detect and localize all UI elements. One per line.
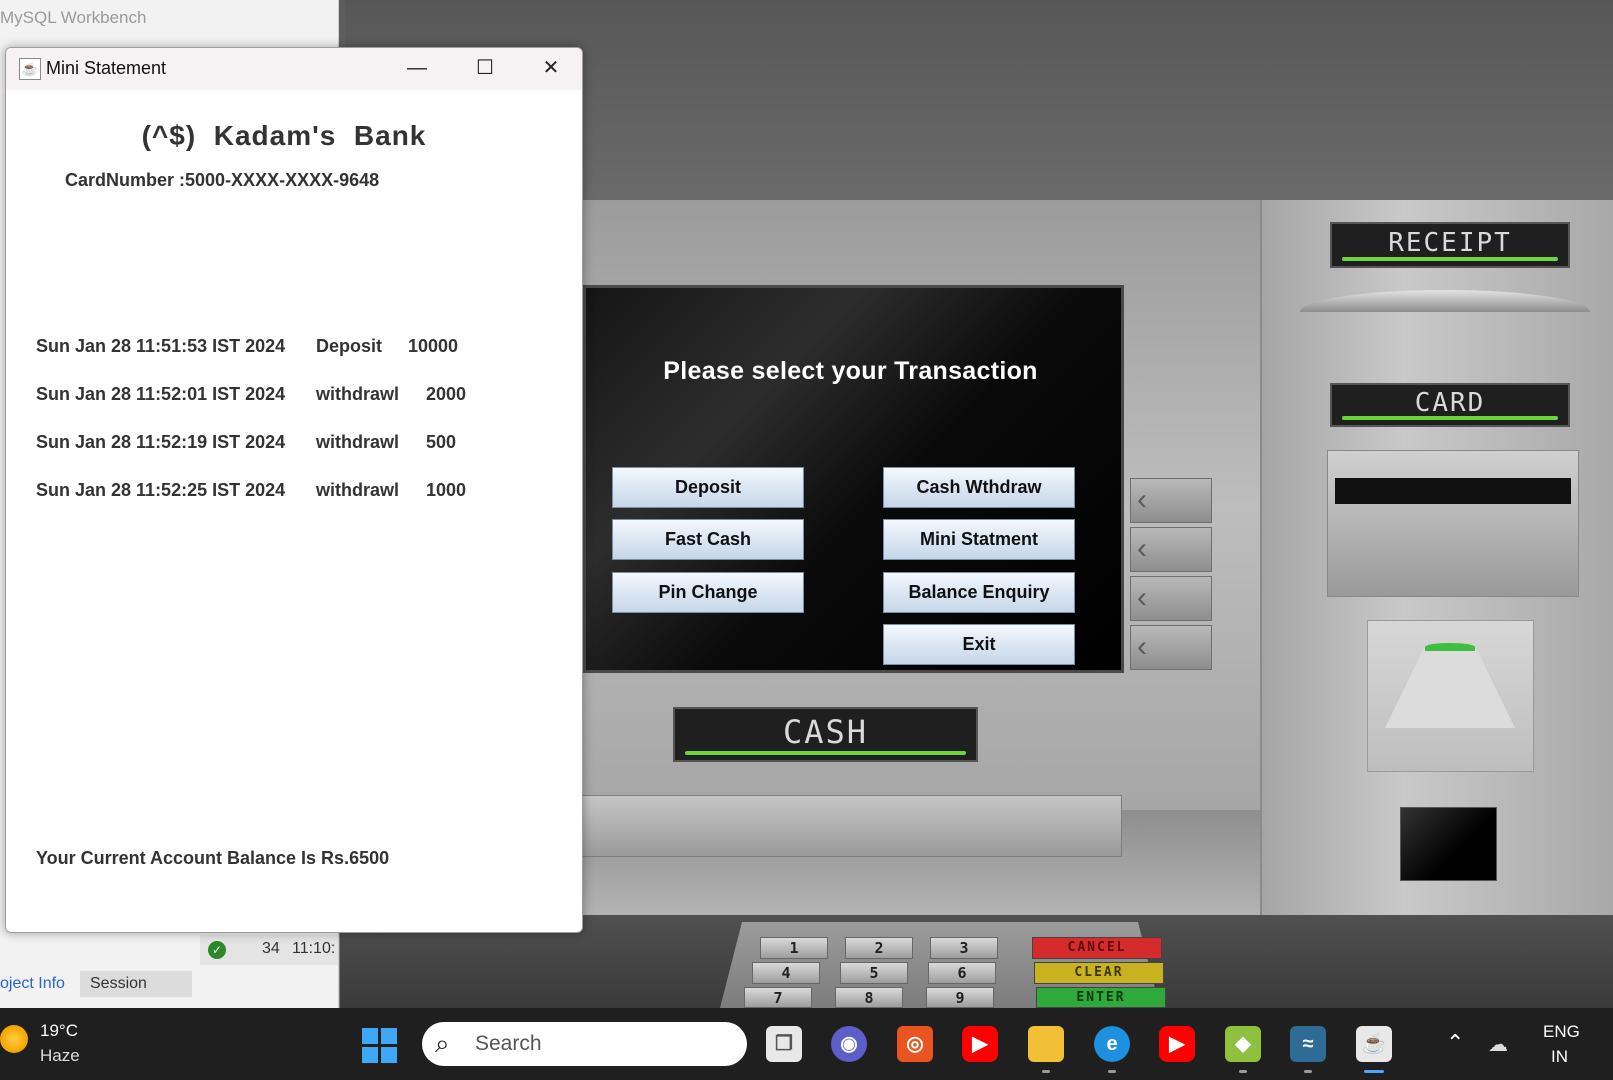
task-view-icon[interactable]: ❐	[766, 1026, 802, 1062]
key-1[interactable]: 1	[760, 937, 828, 959]
weather-description[interactable]: Haze	[40, 1046, 80, 1066]
onedrive-cloud-icon[interactable]: ☁	[1488, 1032, 1508, 1057]
transaction-date: Sun Jan 28 11:52:25 IST 2024	[36, 480, 286, 500]
balance-enquiry-button[interactable]: Balance Enquiry	[883, 572, 1075, 613]
atm-screen-title: Please select your Transaction	[663, 357, 1038, 385]
start-tile	[362, 1028, 378, 1044]
log-row-time: 11:10:	[292, 940, 336, 957]
transaction-type: Deposit	[316, 336, 383, 356]
transaction-type: withdrawl	[316, 480, 400, 500]
side-arrow-icon[interactable]: ‹	[1130, 527, 1212, 572]
card-label-text: CARD	[1414, 388, 1486, 418]
tab-session[interactable]: Session	[80, 971, 192, 997]
cancel-key[interactable]: CANCEL	[1032, 937, 1162, 959]
close-icon[interactable]: ✕	[518, 48, 582, 90]
key-9[interactable]: 9	[926, 987, 994, 1008]
card-insert-led	[1425, 643, 1475, 651]
java-app-icon[interactable]: ☕	[1356, 1026, 1392, 1062]
maximize-icon[interactable]: ☐	[452, 48, 518, 90]
transaction-amount: 10000	[408, 336, 459, 356]
fast-cash-button[interactable]: Fast Cash	[612, 519, 804, 560]
tab-object-info[interactable]: oject Info	[0, 975, 65, 993]
key-2[interactable]: 2	[845, 937, 913, 959]
region-indicator[interactable]: IN	[1551, 1047, 1568, 1067]
receipt-label: RECEIPT	[1330, 222, 1570, 268]
exit-button[interactable]: Exit	[883, 624, 1075, 665]
enter-key[interactable]: ENTER	[1036, 987, 1166, 1008]
chevron-up-icon[interactable]: ⌃	[1446, 1030, 1464, 1056]
card-number: CardNumber :5000-XXXX-XXXX-9648	[65, 170, 380, 190]
workbench-title: MySQL Workbench	[0, 8, 147, 27]
key-8[interactable]: 8	[835, 987, 903, 1008]
log-row-number: 34	[262, 940, 280, 957]
weather-temperature[interactable]: 19°C	[40, 1021, 78, 1041]
current-balance: Your Current Account Balance Is Rs.6500	[36, 848, 390, 868]
file-explorer-icon[interactable]	[1028, 1026, 1064, 1062]
side-arrow-icon[interactable]: ‹	[1130, 478, 1212, 523]
bank-name: (^$) Kadam's Bank	[141, 120, 427, 151]
receipt-indicator-bar	[1342, 257, 1558, 261]
ubuntu-icon[interactable]: ◎	[897, 1026, 933, 1062]
transaction-amount: 2000	[426, 384, 467, 404]
window-title: Mini Statement	[46, 58, 167, 78]
key-3[interactable]: 3	[930, 937, 998, 959]
mini-statement-window: ☕ Mini Statement — ☐ ✕ (^$) Kadam's Bank…	[5, 47, 583, 933]
start-tile	[362, 1047, 378, 1063]
atm-deposit-slot	[580, 795, 1122, 857]
card-slot	[1335, 478, 1571, 504]
taskbar-search-input[interactable]	[422, 1022, 747, 1066]
cash-indicator-bar	[685, 751, 966, 755]
active-indicator	[1364, 1070, 1384, 1073]
transaction-date: Sun Jan 28 11:52:19 IST 2024	[36, 432, 286, 452]
windows-start-icon[interactable]	[362, 1028, 398, 1064]
cash-withdraw-button[interactable]: Cash Wthdraw	[883, 467, 1075, 508]
key-6[interactable]: 6	[928, 962, 996, 984]
search-icon: ⌕	[435, 1028, 450, 1058]
cube-app-icon[interactable]: ◆	[1225, 1026, 1261, 1062]
youtube-icon[interactable]: ▶	[962, 1026, 998, 1062]
youtube-icon[interactable]: ▶	[1159, 1026, 1195, 1062]
success-check-icon: ✓	[208, 941, 226, 959]
weather-sun-icon[interactable]	[0, 1025, 28, 1053]
cash-label-text: CASH	[782, 713, 869, 751]
start-tile	[381, 1047, 397, 1063]
transaction-date: Sun Jan 28 11:51:53 IST 2024	[36, 336, 286, 356]
receipt-label-text: RECEIPT	[1388, 228, 1512, 258]
card-label: CARD	[1330, 383, 1570, 427]
cash-label: CASH	[673, 707, 978, 762]
search-placeholder: Search	[475, 1032, 542, 1055]
pin-change-button[interactable]: Pin Change	[612, 572, 804, 613]
mini-statement-button[interactable]: Mini Statment	[883, 519, 1075, 560]
transaction-amount: 1000	[426, 480, 467, 500]
teams-chat-icon[interactable]: ◉	[831, 1026, 867, 1062]
start-tile	[381, 1028, 397, 1044]
clear-key[interactable]: CLEAR	[1034, 962, 1164, 984]
transaction-date: Sun Jan 28 11:52:01 IST 2024	[36, 384, 286, 404]
java-app-icon: ☕	[19, 58, 41, 80]
running-indicator	[1239, 1070, 1247, 1073]
minimize-icon[interactable]: —	[384, 48, 450, 90]
running-indicator	[1042, 1070, 1050, 1073]
transaction-type: withdrawl	[316, 432, 400, 452]
key-7[interactable]: 7	[744, 987, 812, 1008]
deposit-button[interactable]: Deposit	[612, 467, 804, 508]
side-arrow-icon[interactable]: ‹	[1130, 625, 1212, 670]
card-slot-housing	[1327, 450, 1579, 597]
window-titlebar[interactable]: ☕ Mini Statement — ☐ ✕	[6, 48, 582, 90]
side-arrow-icon[interactable]: ‹	[1130, 576, 1212, 621]
transaction-amount: 500	[426, 432, 457, 452]
running-indicator	[1108, 1070, 1116, 1073]
language-indicator[interactable]: ENG	[1543, 1022, 1580, 1042]
atm-camera-window	[1400, 807, 1497, 881]
card-indicator-bar	[1342, 416, 1558, 420]
edge-browser-icon[interactable]: e	[1094, 1026, 1130, 1062]
key-4[interactable]: 4	[752, 962, 820, 984]
mysql-workbench-icon[interactable]: ≈	[1290, 1026, 1326, 1062]
transaction-type: withdrawl	[316, 384, 400, 404]
running-indicator	[1304, 1070, 1312, 1073]
key-5[interactable]: 5	[840, 962, 908, 984]
